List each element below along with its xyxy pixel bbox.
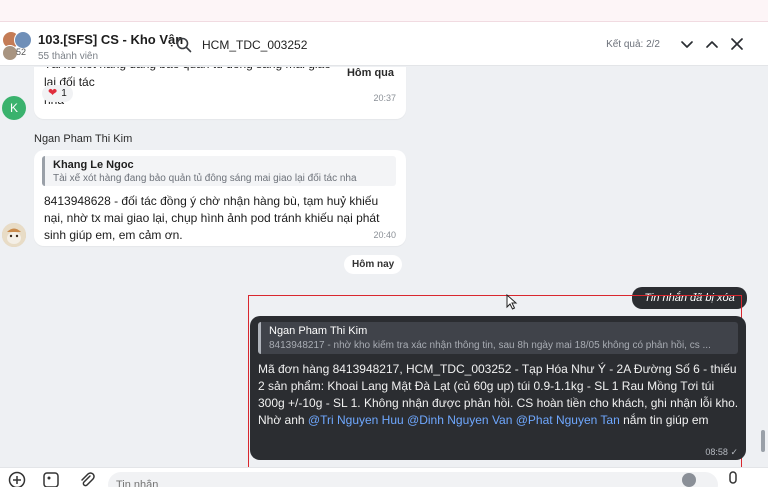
message-text: Tài xế xót hàng đang bảo quản tủ đông sá… (44, 67, 344, 109)
quote-text: Tài xế xót hàng đang bảo quản tủ đông sá… (53, 173, 357, 184)
sent-check-icon: ✓ (730, 447, 738, 457)
compose-bar (0, 467, 768, 487)
mention-link[interactable]: @Tri Nguyen Huu (308, 413, 404, 427)
message-bubble[interactable]: Tài xế xót hàng đang bảo quản tủ đông sá… (34, 67, 406, 119)
reaction-count: 1 (61, 88, 67, 99)
message-text-end: nắm tin giúp em (623, 413, 709, 427)
close-icon[interactable] (728, 35, 746, 53)
search-bar: Kết quả: 2/2 (168, 31, 666, 59)
image-icon[interactable] (40, 471, 62, 487)
heart-icon: ❤ (48, 87, 58, 99)
mention-link[interactable]: @Phat Nguyen Tan (516, 413, 620, 427)
mention-link[interactable]: @Dinh Nguyen Van (407, 413, 512, 427)
mouse-cursor-icon (506, 293, 518, 310)
message-line: Tài xế xót hàng đang bảo quản tủ đông sá… (44, 67, 331, 89)
group-avatar[interactable]: 52 (2, 31, 32, 61)
quoted-message[interactable]: Ngan Pham Thi Kim 8413948217 - nhờ kho k… (258, 322, 738, 354)
reaction-badge[interactable]: ❤ 1 (42, 85, 73, 102)
top-strip (0, 0, 768, 22)
date-separator: Hôm nay (344, 255, 403, 274)
chat-header: 52 103.[SFS] CS - Kho Vận 55 thành viên … (0, 22, 768, 66)
message-time: 20:37 (373, 93, 396, 103)
chevron-up-icon[interactable] (703, 35, 721, 53)
group-name[interactable]: 103.[SFS] CS - Kho Vận (38, 32, 183, 47)
avatar[interactable]: K (2, 96, 26, 120)
search-icon (175, 36, 193, 54)
emoji-icon[interactable] (678, 472, 700, 487)
attach-icon[interactable] (76, 471, 98, 487)
quoted-message[interactable]: Khang Le Ngoc Tài xế xót hàng đang bảo q… (42, 156, 396, 186)
message-text: 8413948628 - đối tác đồng ý chờ nhận hàn… (44, 194, 380, 242)
quote-sender: Ngan Pham Thi Kim (269, 325, 368, 337)
quote-sender: Khang Le Ngoc (53, 159, 134, 171)
message-time: 20:40 (373, 230, 396, 240)
message-list[interactable]: Tài xế xót hàng đang bảo quản tủ đông sá… (0, 67, 768, 467)
time-value: 08:58 (705, 447, 728, 457)
search-result-count: Kết quả: 2/2 (606, 39, 660, 50)
avatar-count: 52 (16, 47, 27, 57)
message-line: nha (44, 91, 344, 109)
chevron-down-icon[interactable] (678, 35, 696, 53)
message-bubble-self[interactable]: Ngan Pham Thi Kim 8413948217 - nhờ kho k… (250, 316, 746, 460)
quote-text: 8413948217 - nhờ kho kiểm tra xác nhận t… (269, 340, 711, 351)
message-time: 08:58 ✓ (705, 447, 738, 458)
member-count[interactable]: 55 thành viên (38, 51, 98, 62)
message-text: Mã đơn hàng 8413948217, HCM_TDC_003252 -… (258, 361, 740, 429)
message-input[interactable] (108, 472, 718, 487)
message-bubble[interactable]: Khang Le Ngoc Tài xế xót hàng đang bảo q… (34, 150, 406, 246)
avatar[interactable] (2, 223, 26, 247)
sender-name: Ngan Pham Thi Kim (34, 133, 133, 145)
search-input[interactable] (202, 35, 562, 55)
scrollbar[interactable] (761, 430, 765, 452)
mic-icon[interactable] (722, 471, 744, 487)
message-day-label: Hôm qua (346, 67, 394, 79)
add-icon[interactable] (6, 471, 28, 487)
